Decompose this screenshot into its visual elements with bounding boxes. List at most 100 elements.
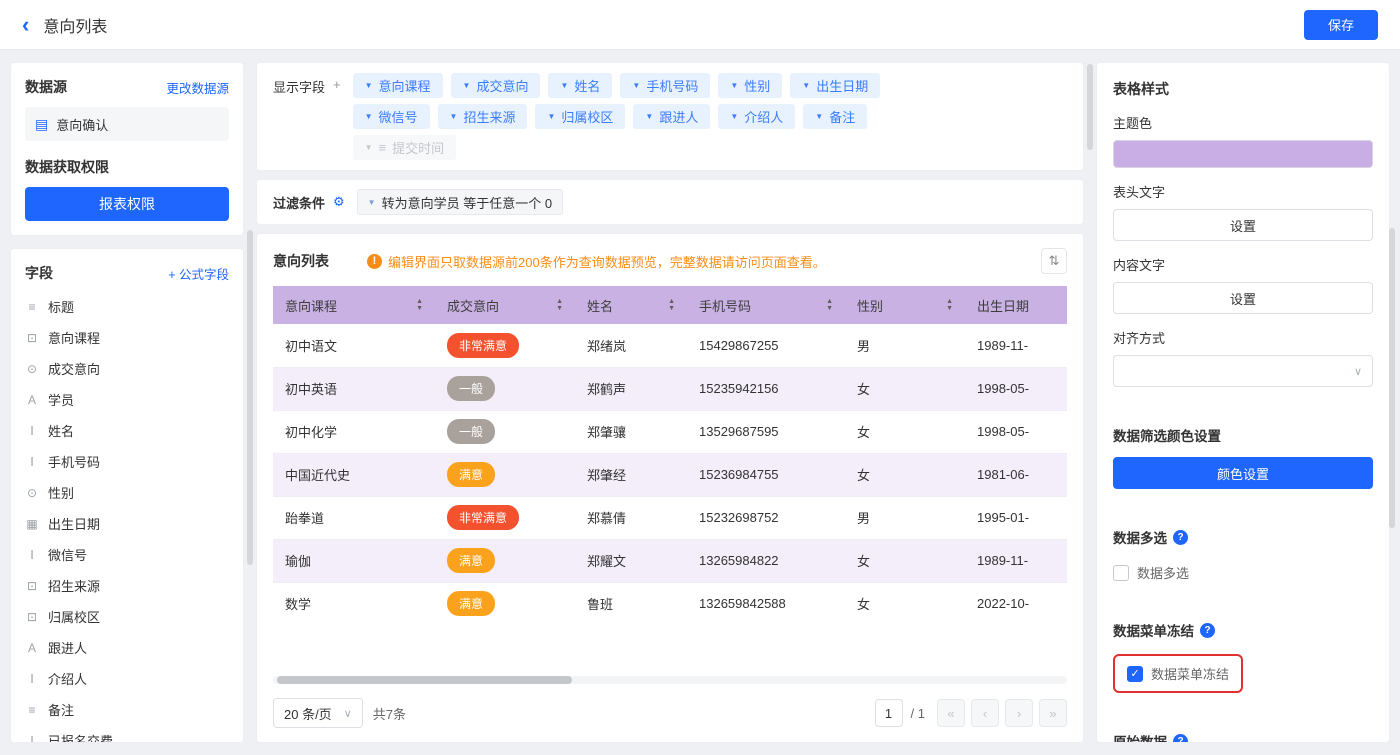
field-item[interactable]: Ⅰ已报名交费: [25, 725, 229, 743]
column-sort-icon[interactable]: ▲▼: [416, 299, 423, 312]
theme-color-label: 主题色: [1113, 113, 1373, 132]
prev-page-button[interactable]: ‹: [971, 699, 999, 727]
field-item[interactable]: ⊙成交意向: [25, 353, 229, 384]
field-item[interactable]: ⊙性别: [25, 477, 229, 508]
field-item[interactable]: ≡标题: [25, 291, 229, 322]
cell-gender: 女: [845, 582, 965, 625]
back-icon[interactable]: ‹: [22, 14, 29, 36]
column-header[interactable]: 出生日期▲▼: [965, 286, 1067, 324]
display-tag[interactable]: ▼性别: [718, 73, 782, 98]
display-tag[interactable]: ▼意向课程: [353, 73, 443, 98]
display-tag[interactable]: ▼手机号码: [620, 73, 710, 98]
page-scrollbar[interactable]: [1389, 228, 1395, 528]
tag-label: 意向课程: [379, 76, 431, 95]
table-row[interactable]: 中国近代史满意郑肇经15236984755女1981-06-: [273, 453, 1067, 496]
theme-color-swatch[interactable]: [1113, 140, 1373, 168]
intent-badge: 满意: [447, 462, 495, 487]
caret-down-icon: ▼: [463, 81, 471, 90]
field-item[interactable]: ⊡招生来源: [25, 570, 229, 601]
field-item[interactable]: ⊡意向课程: [25, 322, 229, 353]
checkbox-checked[interactable]: ✓: [1127, 666, 1143, 682]
add-field-icon[interactable]: +: [333, 77, 341, 160]
multi-select-checkbox-row[interactable]: 数据多选: [1113, 563, 1373, 582]
field-item[interactable]: A跟进人: [25, 632, 229, 663]
formula-field-link[interactable]: + 公式字段: [168, 264, 229, 283]
table-row[interactable]: 初中化学一般郑肇骧13529687595女1998-05-: [273, 410, 1067, 453]
last-page-button[interactable]: »: [1039, 699, 1067, 727]
cell-gender: 女: [845, 539, 965, 582]
field-item[interactable]: ▦出生日期: [25, 508, 229, 539]
sort-toggle-button[interactable]: ⇅: [1041, 248, 1067, 274]
table-header-row: 意向课程▲▼成交意向▲▼姓名▲▼手机号码▲▼ 性别 ▲▼ 出生日期▲▼: [273, 286, 1067, 324]
display-tag[interactable]: ▼成交意向: [451, 73, 541, 98]
total-count: 共7条: [373, 704, 406, 723]
horizontal-scrollbar[interactable]: [273, 676, 1067, 684]
display-tag-disabled[interactable]: ▼≡提交时间: [353, 135, 457, 160]
color-set-button[interactable]: 颜色设置: [1113, 457, 1373, 489]
cell-intent: 一般: [435, 410, 575, 453]
datasource-item[interactable]: ▤ 意向确认: [25, 107, 229, 141]
cell-birth: 1989-11-: [965, 539, 1067, 582]
first-page-button[interactable]: «: [937, 699, 965, 727]
checkbox-unchecked[interactable]: [1113, 565, 1129, 581]
help-icon[interactable]: ?: [1173, 734, 1188, 744]
help-icon[interactable]: ?: [1173, 530, 1188, 545]
field-item[interactable]: Ⅰ介绍人: [25, 663, 229, 694]
column-header[interactable]: 姓名▲▼: [575, 286, 687, 324]
cell-gender: 女: [845, 410, 965, 453]
field-item[interactable]: ⊡归属校区: [25, 601, 229, 632]
table-row[interactable]: 瑜伽满意郑耀文13265984822女1989-11-: [273, 539, 1067, 582]
header-text-set-button[interactable]: 设置: [1113, 209, 1373, 241]
content-text-set-button[interactable]: 设置: [1113, 282, 1373, 314]
filter-chip[interactable]: ▼ 转为意向学员 等于任意一个 0: [357, 189, 563, 215]
report-permission-button[interactable]: 报表权限: [25, 187, 229, 221]
field-item[interactable]: Ⅰ微信号: [25, 539, 229, 570]
cell-name: 郑鹤声: [575, 367, 687, 410]
column-header[interactable]: 成交意向▲▼: [435, 286, 575, 324]
column-label: 性别: [857, 296, 883, 315]
column-sort-icon[interactable]: ▲▼: [946, 299, 953, 312]
display-tag[interactable]: ▼跟进人: [633, 104, 710, 129]
help-icon[interactable]: ?: [1200, 623, 1215, 638]
display-tag[interactable]: ▼归属校区: [535, 104, 625, 129]
table-row[interactable]: 数学满意鲁班132659842588女2022-10-: [273, 582, 1067, 625]
table-row[interactable]: 初中语文非常满意郑绪岚15429867255男1989-11-: [273, 324, 1067, 367]
column-sort-icon[interactable]: ▲▼: [826, 299, 833, 312]
multi-select-title: 数据多选: [1113, 527, 1167, 547]
table-row[interactable]: 跆拳道非常满意郑慕倩15232698752男1995-01-: [273, 496, 1067, 539]
next-page-button[interactable]: ›: [1005, 699, 1033, 727]
column-header[interactable]: 性别 ▲▼: [845, 286, 965, 324]
display-tag[interactable]: ▼姓名: [548, 73, 612, 98]
column-header[interactable]: 意向课程▲▼: [273, 286, 435, 324]
display-tag[interactable]: ▼介绍人: [718, 104, 795, 129]
sidebar-scrollbar[interactable]: [247, 230, 253, 565]
display-tag[interactable]: ▼招生来源: [438, 104, 528, 129]
align-select[interactable]: ∨: [1113, 355, 1373, 387]
display-tag[interactable]: ▼出生日期: [790, 73, 880, 98]
field-item[interactable]: ≡备注: [25, 694, 229, 725]
current-page[interactable]: 1: [875, 699, 903, 727]
display-tag[interactable]: ▼备注: [803, 104, 867, 129]
horizontal-scrollbar-thumb[interactable]: [277, 676, 572, 684]
page-size-select[interactable]: 20 条/页 ∨: [273, 698, 363, 728]
field-item[interactable]: Ⅰ姓名: [25, 415, 229, 446]
freeze-highlight-box[interactable]: ✓ 数据菜单冻结: [1113, 654, 1243, 693]
main-scrollbar[interactable]: [1087, 64, 1093, 150]
title-field-icon: ≡: [25, 300, 39, 314]
datasource-item-label: 意向确认: [56, 115, 108, 134]
gear-icon[interactable]: ⚙: [333, 194, 345, 210]
cell-phone: 15429867255: [687, 324, 845, 367]
display-tag[interactable]: ▼微信号: [353, 104, 430, 129]
table-row[interactable]: 初中英语一般郑鹤声15235942156女1998-05-: [273, 367, 1067, 410]
cell-gender: 女: [845, 453, 965, 496]
field-item[interactable]: Ⅰ手机号码: [25, 446, 229, 477]
change-datasource-link[interactable]: 更改数据源: [166, 78, 229, 97]
column-header[interactable]: 手机号码▲▼: [687, 286, 845, 324]
pagination: 20 条/页 ∨ 共7条 1 / 1 « ‹ › »: [273, 698, 1067, 728]
warning-icon: !: [367, 254, 382, 269]
column-sort-icon[interactable]: ▲▼: [668, 299, 675, 312]
align-label: 对齐方式: [1113, 328, 1373, 347]
column-sort-icon[interactable]: ▲▼: [556, 299, 563, 312]
field-item[interactable]: A学员: [25, 384, 229, 415]
save-button[interactable]: 保存: [1304, 10, 1378, 40]
